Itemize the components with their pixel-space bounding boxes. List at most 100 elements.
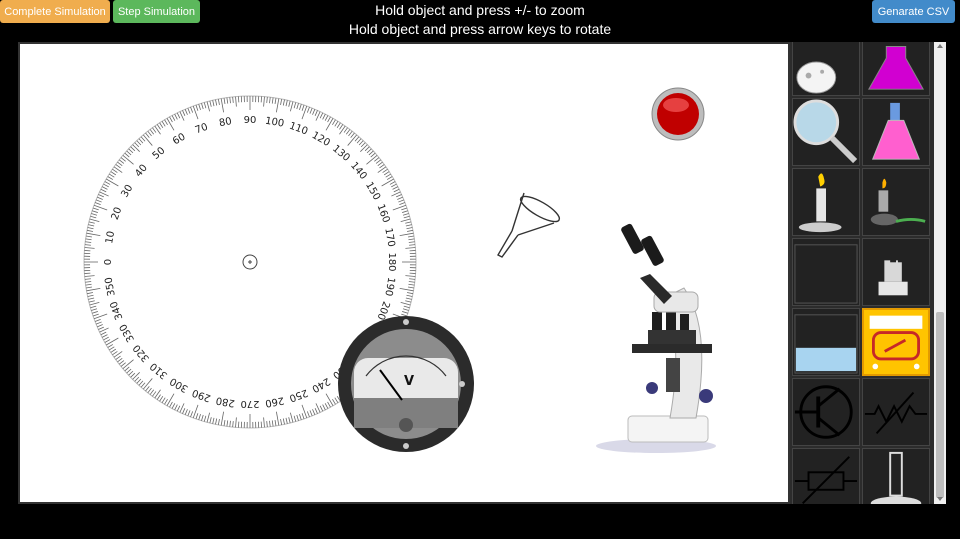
protractor-tick xyxy=(293,102,297,109)
palette-item-water-beaker[interactable] xyxy=(792,308,860,376)
protractor-tick xyxy=(98,326,104,330)
protractor-tick xyxy=(100,331,107,336)
protractor-tick xyxy=(263,417,265,428)
protractor-tick xyxy=(140,136,146,142)
protractor-tick xyxy=(174,113,178,120)
protractor-tick xyxy=(128,148,134,154)
protractor-tick xyxy=(220,98,225,113)
palette-item-stereo-microscope[interactable] xyxy=(862,238,930,306)
protractor-tick xyxy=(229,97,231,104)
palette-item-magnifier[interactable] xyxy=(792,98,860,166)
palette-item-graduated-cylinder[interactable] xyxy=(862,448,930,504)
palette-item-variable-resistor-box[interactable] xyxy=(792,448,860,504)
protractor-tick xyxy=(209,100,212,107)
simulation-canvas[interactable]: 0 10 20 30 40 50 60 70 80 90 100 110 120 130 140 150 160… xyxy=(18,42,790,504)
protractor-tick xyxy=(92,207,99,211)
protractor-tick xyxy=(405,297,412,300)
protractor-tick xyxy=(182,408,186,414)
protractor-tick xyxy=(91,210,98,213)
protractor-tick xyxy=(126,368,132,374)
protractor-tick xyxy=(274,419,277,427)
protractor-tick xyxy=(98,194,104,198)
protractor-tick xyxy=(334,121,339,127)
protractor-tick xyxy=(124,366,130,372)
multimeter-icon xyxy=(869,315,923,370)
protractor-tick xyxy=(402,213,409,216)
funnel-icon[interactable] xyxy=(492,179,564,261)
protractor-tick xyxy=(406,229,414,232)
microscope-icon[interactable] xyxy=(592,218,722,454)
component-palette[interactable] xyxy=(790,42,934,504)
protractor-tick xyxy=(206,412,211,423)
protractor-tick xyxy=(306,106,310,113)
protractor-tick xyxy=(126,150,132,156)
protractor-label: 60 xyxy=(171,132,188,148)
protractor-tick xyxy=(368,150,374,156)
protractor-tick xyxy=(232,421,234,428)
protractor-tick xyxy=(383,171,390,176)
generate-csv-button[interactable]: Genarate CSV xyxy=(872,0,955,23)
protractor-tick xyxy=(166,393,175,406)
protractor-tick xyxy=(154,125,161,135)
bunsen-burner-icon xyxy=(798,173,842,233)
protractor-tick xyxy=(400,218,411,223)
protractor-tick xyxy=(299,414,302,421)
protractor-tick xyxy=(269,420,271,427)
scroll-up-icon[interactable] xyxy=(937,44,943,48)
protractor-tick xyxy=(409,244,416,246)
protractor-label: 340 xyxy=(109,300,126,322)
protractor-tick xyxy=(366,148,372,154)
complete-simulation-button[interactable]: Complete Simulation xyxy=(0,0,110,23)
protractor-tick xyxy=(275,98,280,113)
empty-beaker-icon xyxy=(794,244,858,304)
protractor-tick xyxy=(271,420,274,427)
protractor-tick xyxy=(112,168,118,173)
protractor-tick xyxy=(402,210,409,213)
protractor-tick xyxy=(271,97,274,104)
protractor-label: 100 xyxy=(264,116,285,130)
protractor-tick xyxy=(217,98,220,106)
scroll-down-icon[interactable] xyxy=(937,497,943,501)
protractor-tick xyxy=(215,418,218,425)
step-simulation-button[interactable]: Step Simulation xyxy=(113,0,200,23)
palette-item-multimeter[interactable] xyxy=(862,308,930,376)
palette-item-transistor[interactable] xyxy=(792,378,860,446)
protractor-tick xyxy=(149,389,155,395)
protractor-tick xyxy=(88,300,95,303)
protractor-label: 240 xyxy=(310,375,332,394)
palette-item-variable-resistor[interactable] xyxy=(862,378,930,446)
conical-flask-icon xyxy=(871,102,921,160)
protractor-label: 260 xyxy=(264,394,285,408)
palette-item-magenta-flask[interactable] xyxy=(862,42,930,96)
palette-item-flask[interactable] xyxy=(792,42,860,96)
protractor-tick xyxy=(86,287,101,292)
protractor-tick xyxy=(91,213,98,216)
protractor-tick xyxy=(134,142,140,148)
protractor-label: 150 xyxy=(363,180,382,202)
protractor-tick xyxy=(95,199,102,203)
palette-item-bunsen-burner[interactable] xyxy=(792,168,860,236)
palette-item-empty-beaker[interactable] xyxy=(792,238,860,306)
protractor-tick xyxy=(325,118,334,131)
protractor-tick xyxy=(299,103,302,110)
protractor-tick xyxy=(101,334,108,338)
voltmeter[interactable]: V xyxy=(336,314,476,454)
red-stop-button[interactable] xyxy=(650,86,706,142)
protractor-tick xyxy=(100,188,107,193)
protractor-tick xyxy=(223,419,226,427)
protractor-tick xyxy=(128,370,134,376)
protractor-tick xyxy=(88,224,95,227)
protractor-tick xyxy=(327,401,331,408)
palette-item-conical-flask[interactable] xyxy=(862,98,930,166)
palette-item-spirit-lamp[interactable] xyxy=(862,168,930,236)
protractor-tick xyxy=(350,132,355,138)
protractor-tick xyxy=(288,100,291,107)
protractor-tick xyxy=(319,112,324,119)
protractor-label: 40 xyxy=(133,163,150,180)
palette-scrollbar[interactable] xyxy=(934,42,946,504)
protractor-tick xyxy=(201,414,204,421)
scrollbar-thumb[interactable] xyxy=(936,312,944,498)
protractor-tick xyxy=(285,100,288,107)
protractor-tick xyxy=(280,98,283,106)
protractor-tick xyxy=(217,418,220,426)
